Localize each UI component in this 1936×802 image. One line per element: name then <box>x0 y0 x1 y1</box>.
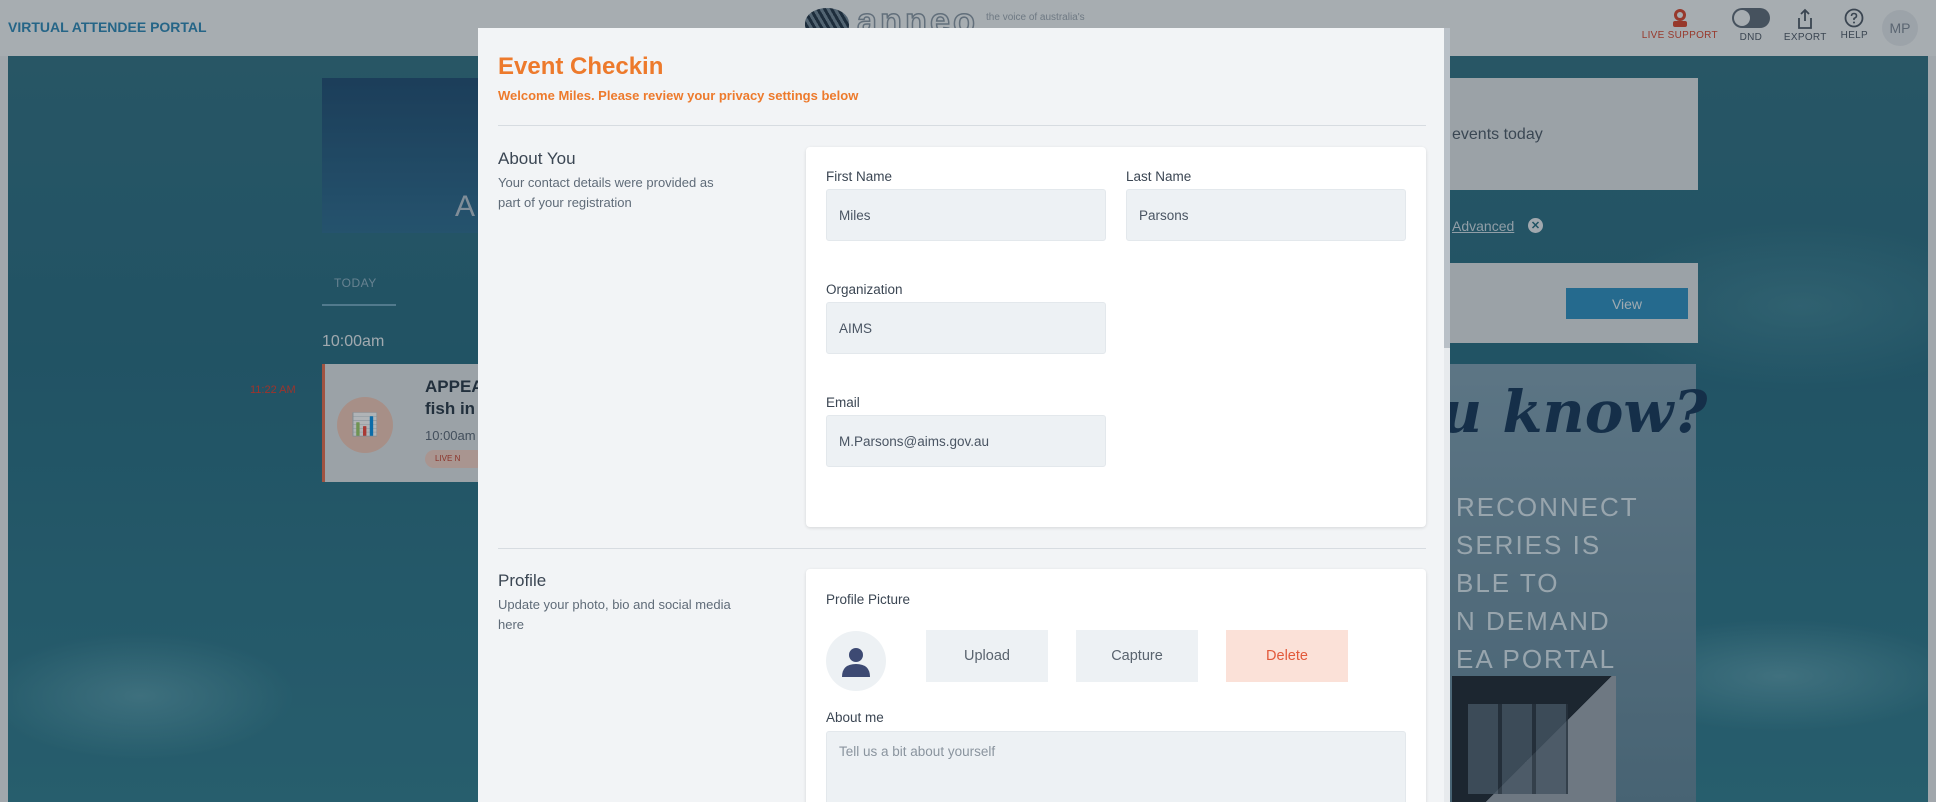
profile-heading: Profile <box>498 571 547 590</box>
upload-button[interactable]: Upload <box>926 630 1048 682</box>
first-name-field[interactable]: Miles <box>826 189 1106 241</box>
contact-details-panel: First Name Miles Last Name Parsons Organ… <box>806 147 1426 527</box>
modal-subtitle: Welcome Miles. Please review your privac… <box>498 88 859 103</box>
about-you-description: Your contact details were provided as pa… <box>498 175 714 210</box>
about-you-heading: About You <box>498 149 576 168</box>
delete-button[interactable]: Delete <box>1226 630 1348 682</box>
modal-title: Event Checkin <box>498 53 664 80</box>
organization-field[interactable]: AIMS <box>826 302 1106 354</box>
modal-scrollbar[interactable] <box>1444 28 1450 802</box>
about-me-textarea[interactable]: Tell us a bit about yourself <box>826 731 1406 802</box>
last-name-label: Last Name <box>1126 169 1192 184</box>
last-name-field[interactable]: Parsons <box>1126 189 1406 241</box>
organization-label: Organization <box>826 282 903 297</box>
user-silhouette-icon <box>842 648 870 677</box>
scrollbar-thumb[interactable] <box>1444 28 1450 348</box>
section-divider <box>498 548 1426 549</box>
profile-picture-placeholder[interactable] <box>826 631 886 691</box>
email-label: Email <box>826 395 860 410</box>
profile-panel: Profile Picture Upload Capture Delete Ab… <box>806 569 1426 802</box>
email-field[interactable]: M.Parsons@aims.gov.au <box>826 415 1106 467</box>
section-divider <box>498 125 1426 126</box>
first-name-label: First Name <box>826 169 893 184</box>
about-me-label: About me <box>826 710 884 725</box>
capture-button[interactable]: Capture <box>1076 630 1198 682</box>
profile-picture-label: Profile Picture <box>826 592 911 607</box>
profile-description: Update your photo, bio and social media … <box>498 597 731 632</box>
event-checkin-modal: Event Checkin Welcome Miles. Please revi… <box>478 28 1450 802</box>
